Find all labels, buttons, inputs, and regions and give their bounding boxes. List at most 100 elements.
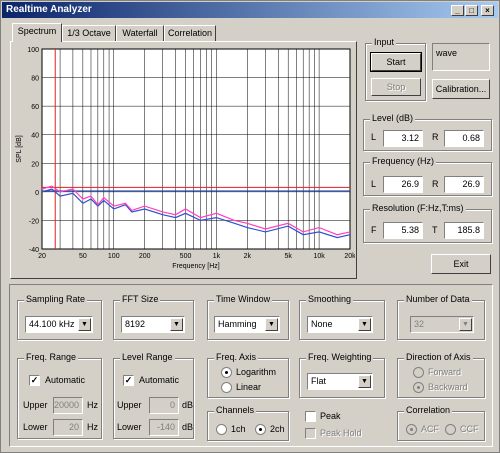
freq-weighting-value: Flat <box>311 376 327 386</box>
x-axis-label: Frequency [Hz] <box>172 263 220 270</box>
level-range-label: Level Range <box>120 352 175 362</box>
x-tick-label: 20k <box>344 253 355 260</box>
frequency-r-label: R <box>432 179 439 189</box>
tab-correlation[interactable]: Correlation <box>164 25 216 41</box>
freq-axis-label: Freq. Axis <box>214 352 259 362</box>
freq-range-lower-label: Lower <box>23 422 48 432</box>
freq-range-automatic-label: Automatic <box>45 375 86 385</box>
exit-button[interactable]: Exit <box>431 254 491 274</box>
channels-1ch-label: 1ch <box>231 424 246 434</box>
spectrum-chart: 20 50 100 200 500 1k 2k 5k 10k 20k 100806040200-2… <box>16 47 355 270</box>
freq-weighting-select[interactable]: Flat ▼ <box>307 373 373 390</box>
x-tick-label: 500 <box>180 253 192 260</box>
correlation-acf-radio[interactable] <box>406 424 417 435</box>
x-tick-label: 20 <box>38 253 46 260</box>
freq-range-lower-unit: Hz <box>87 422 98 432</box>
x-tick-label: 2k <box>244 253 252 260</box>
channels-1ch-radio[interactable] <box>216 424 227 435</box>
freq-axis-linear-label: Linear <box>236 382 262 392</box>
peak-checkbox[interactable] <box>305 411 316 422</box>
calibration-button[interactable]: Calibration... <box>432 79 490 99</box>
chevron-down-icon[interactable]: ▼ <box>170 318 183 331</box>
tab-waterfall[interactable]: Waterfall <box>116 25 164 41</box>
y-tick-labels: 100 80 60 40 20 0 -20 -40 <box>27 47 39 254</box>
input-group-label: Input <box>372 37 397 47</box>
direction-forward-radio[interactable] <box>413 367 424 378</box>
fft-size-label: FFT Size <box>120 294 161 304</box>
sampling-rate-label: Sampling Rate <box>24 294 88 304</box>
chevron-down-icon[interactable]: ▼ <box>358 375 371 388</box>
freq-range-upper-field[interactable]: 20000 <box>53 397 83 414</box>
frequency-group-label: Frequency (Hz) <box>370 156 437 166</box>
time-window-select[interactable]: Hamming ▼ <box>214 316 280 333</box>
level-range-lower-field[interactable]: -140 <box>149 419 179 436</box>
correlation-label: Correlation <box>404 405 453 415</box>
direction-forward-label: Forward <box>428 367 462 377</box>
minimize-button[interactable]: _ <box>451 5 464 16</box>
x-tick-labels: 20 50 100 200 500 1k 2k 5k 10k 20k <box>38 253 355 260</box>
freq-range-label: Freq. Range <box>24 352 79 362</box>
freq-axis-logarithm-label: Logarithm <box>236 367 277 377</box>
sampling-rate-value: 44.100 kHz <box>29 319 75 329</box>
channels-2ch-radio[interactable] <box>255 424 266 435</box>
x-tick-label: 200 <box>139 253 151 260</box>
y-axis-label: SPL [dB] <box>16 135 23 162</box>
resolution-group-label: Resolution (F:Hz,T:ms) <box>370 203 466 213</box>
start-button[interactable]: Start <box>370 52 422 72</box>
y-tick-label: -40 <box>29 247 39 254</box>
smoothing-select[interactable]: None ▼ <box>307 316 373 333</box>
level-range-upper-field[interactable]: 0 <box>149 397 179 414</box>
time-window-label: Time Window <box>214 294 273 304</box>
level-l-value: 3.12 <box>383 130 423 147</box>
level-r-label: R <box>432 132 439 142</box>
plot-area <box>41 48 351 250</box>
tab-spectrum[interactable]: Spectrum <box>12 23 62 42</box>
freq-weighting-label: Freq. Weighting <box>306 352 374 362</box>
freq-range-upper-unit: Hz <box>87 400 98 410</box>
x-tick-label: 1k <box>213 253 221 260</box>
direction-backward-radio[interactable] <box>413 382 424 393</box>
close-button[interactable]: × <box>481 5 494 16</box>
direction-of-axis-group: Direction of Axis <box>397 352 485 398</box>
chevron-down-icon[interactable]: ▼ <box>265 318 278 331</box>
fft-size-value: 8192 <box>125 319 146 329</box>
correlation-ccf-radio[interactable] <box>445 424 456 435</box>
level-range-automatic-label: Automatic <box>139 375 180 385</box>
maximize-button[interactable]: □ <box>465 5 478 16</box>
spectrum-panel: 20 50 100 200 500 1k 2k 5k 10k 20k 100 80 60 40 20 0 -2… <box>10 41 357 279</box>
freq-range-automatic-checkbox[interactable]: ✓ <box>29 375 40 386</box>
number-of-data-select[interactable]: 32 ▼ <box>410 316 474 333</box>
time-window-value: Hamming <box>218 319 257 329</box>
chevron-down-icon[interactable]: ▼ <box>459 318 472 331</box>
level-range-lower-label: Lower <box>117 422 142 432</box>
level-range-upper-unit: dB <box>182 400 194 410</box>
window-title: Realtime Analyzer <box>6 4 92 15</box>
freq-range-lower-field[interactable]: 20 <box>53 419 83 436</box>
x-tick-label: 50 <box>79 253 87 260</box>
freq-axis-logarithm-radio[interactable] <box>221 367 232 378</box>
y-tick-label: 100 <box>27 47 39 54</box>
peak-hold-label: Peak Hold <box>320 428 362 438</box>
correlation-ccf-label: CCF <box>460 424 479 434</box>
resolution-t-label: T <box>432 225 438 235</box>
stop-button[interactable]: Stop <box>371 78 421 96</box>
chevron-down-icon[interactable]: ▼ <box>358 318 371 331</box>
peak-hold-checkbox[interactable] <box>305 428 316 439</box>
correlation-acf-label: ACF <box>421 424 439 434</box>
number-of-data-value: 32 <box>414 319 425 329</box>
input-source-display: wave <box>432 43 490 71</box>
resolution-f-label: F <box>371 225 377 235</box>
chevron-down-icon[interactable]: ▼ <box>78 318 91 331</box>
frequency-l-label: L <box>371 179 377 189</box>
x-tick-label: 100 <box>108 253 120 260</box>
freq-axis-linear-radio[interactable] <box>221 382 232 393</box>
fft-size-select[interactable]: 8192 ▼ <box>121 316 185 333</box>
y-tick-label: 80 <box>31 76 39 83</box>
freq-range-upper-label: Upper <box>23 400 48 410</box>
frequency-r-value: 26.9 <box>444 176 484 193</box>
level-range-automatic-checkbox[interactable]: ✓ <box>123 375 134 386</box>
level-l-label: L <box>371 132 377 142</box>
tab-third-octave[interactable]: 1/3 Octave <box>62 25 116 41</box>
sampling-rate-select[interactable]: 44.100 kHz ▼ <box>25 316 93 333</box>
level-r-value: 0.68 <box>444 130 484 147</box>
